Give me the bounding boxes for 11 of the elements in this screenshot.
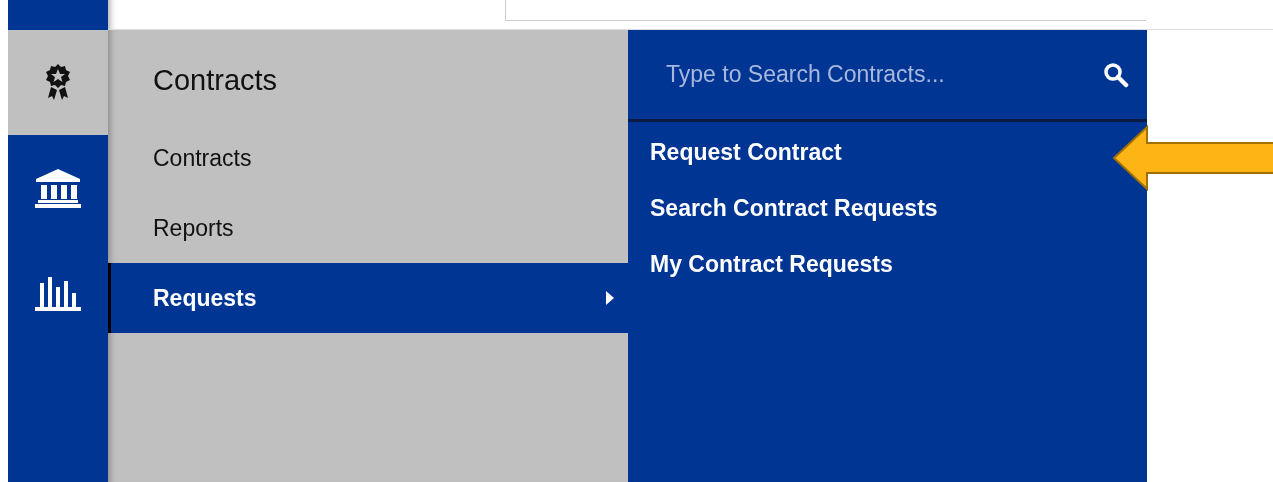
submenu-item[interactable]: Search Contract Requests (628, 180, 950, 236)
search-field[interactable]: Type to Search Contracts... (666, 61, 1093, 88)
menu-title: Contracts (152, 63, 279, 98)
menu-item[interactable]: Requests (108, 263, 628, 333)
menu-item[interactable]: Reports (108, 193, 628, 263)
submenu-item[interactable]: Request Contract (628, 124, 854, 180)
submenu-item[interactable]: My Contract Requests (628, 236, 905, 292)
menu-item[interactable]: Contracts (108, 123, 628, 193)
bar-chart-icon (34, 274, 82, 311)
bank-icon (34, 167, 82, 208)
search-icon[interactable] (1103, 61, 1129, 88)
